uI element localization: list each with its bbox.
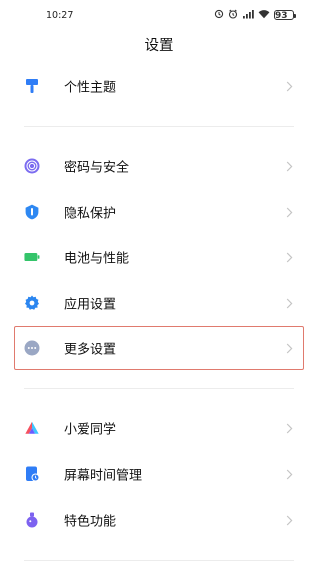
- section-divider: [24, 560, 294, 561]
- settings-item-battery[interactable]: 电池与性能: [0, 235, 318, 279]
- cellular-signal-icon: [242, 9, 254, 22]
- screen-time-icon: [24, 466, 40, 482]
- settings-item-xiaoai[interactable]: 小爱同学: [0, 406, 318, 450]
- chevron-right-icon: [284, 296, 294, 310]
- xiaoai-logo-icon: [24, 420, 40, 436]
- paintbrush-icon: [24, 78, 40, 94]
- settings-item-label: 密码与安全: [64, 160, 130, 176]
- chevron-right-icon: [284, 341, 294, 355]
- chevron-right-icon: [284, 205, 294, 219]
- settings-item-password-security[interactable]: 密码与安全: [0, 144, 318, 188]
- more-dots-icon: [24, 340, 40, 356]
- settings-item-theme[interactable]: 个性主题: [0, 64, 318, 108]
- battery-icon: [24, 249, 40, 265]
- settings-item-label: 应用设置: [64, 297, 117, 313]
- settings-item-label: 特色功能: [64, 514, 117, 530]
- status-icons: 93: [214, 9, 296, 22]
- status-time: 10:27: [46, 9, 74, 21]
- section-divider: [24, 388, 294, 389]
- chevron-right-icon: [284, 421, 294, 435]
- chevron-right-icon: [284, 513, 294, 527]
- settings-item-more-settings[interactable]: 更多设置: [0, 326, 318, 370]
- settings-item-label: 个性主题: [64, 80, 117, 96]
- settings-item-screen-time[interactable]: 屏幕时间管理: [0, 452, 318, 496]
- settings-item-label: 屏幕时间管理: [64, 468, 143, 484]
- chevron-right-icon: [284, 159, 294, 173]
- settings-item-privacy[interactable]: 隐私保护: [0, 190, 318, 234]
- settings-item-label: 电池与性能: [64, 251, 130, 267]
- alarm-sync-icon: [214, 9, 224, 22]
- battery-indicator: 93: [274, 10, 296, 21]
- status-bar: 10:27 93: [0, 0, 318, 30]
- settings-item-app-settings[interactable]: 应用设置: [0, 281, 318, 325]
- page-title: 设置: [144, 38, 174, 54]
- wifi-icon: [258, 9, 270, 22]
- privacy-shield-icon: [24, 204, 40, 220]
- fingerprint-target-icon: [24, 158, 40, 174]
- chevron-right-icon: [284, 467, 294, 481]
- settings-item-special-features[interactable]: 特色功能: [0, 498, 318, 542]
- flask-icon: [24, 512, 40, 528]
- settings-item-label: 更多设置: [64, 342, 117, 358]
- section-divider: [24, 126, 294, 127]
- settings-screen: 10:27 93 设置 个性主题 密码与安全 隐私保护 电池与性能 应用设置 更…: [0, 0, 318, 576]
- chevron-right-icon: [284, 79, 294, 93]
- settings-item-label: 隐私保护: [64, 206, 117, 222]
- settings-item-label: 小爱同学: [64, 422, 117, 438]
- gear-icon: [24, 295, 40, 311]
- chevron-right-icon: [284, 250, 294, 264]
- alarm-clock-icon: [228, 9, 238, 22]
